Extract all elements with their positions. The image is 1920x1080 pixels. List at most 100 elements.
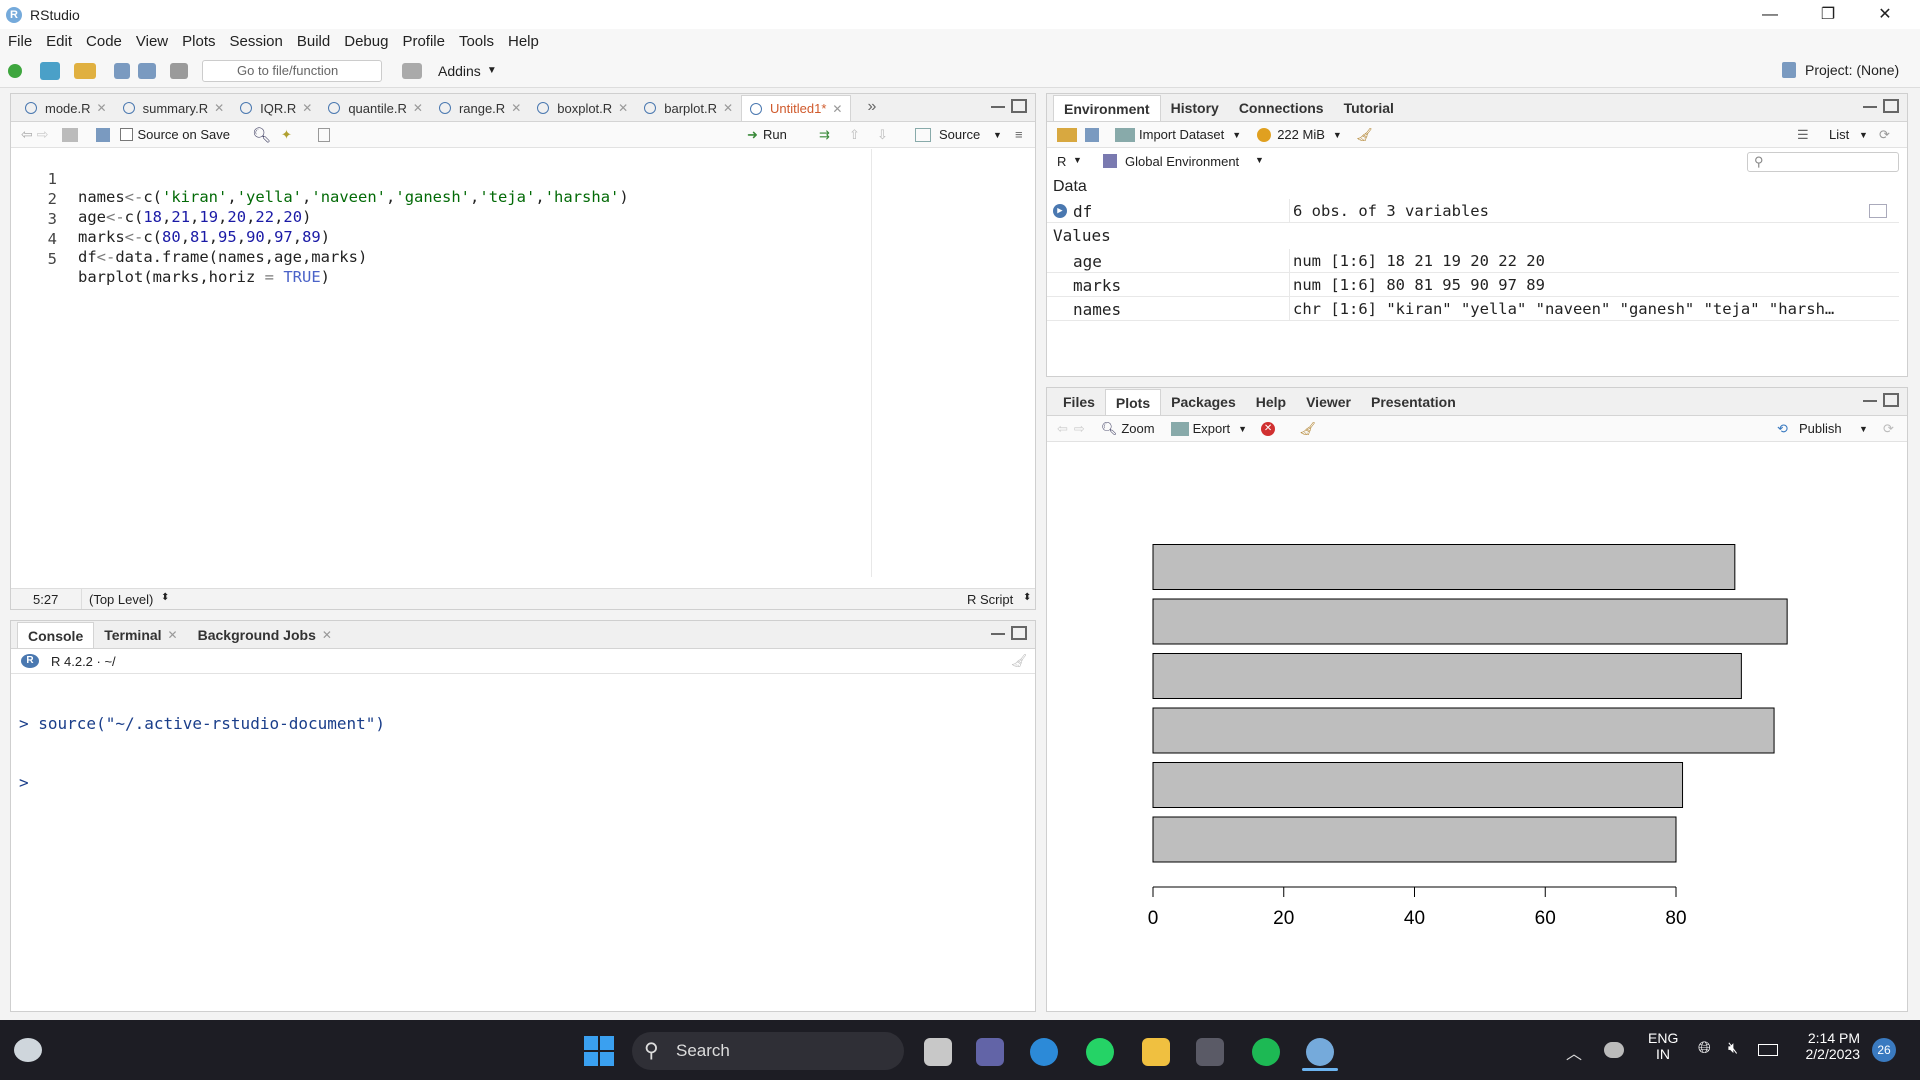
notification-badge[interactable]: 26 bbox=[1872, 1038, 1896, 1062]
scope-select[interactable]: Global Environment bbox=[1125, 154, 1239, 169]
env-row-names[interactable]: names chr [1:6] "kiran" "yella" "naveen"… bbox=[1047, 297, 1899, 321]
minimize-pane-icon[interactable] bbox=[991, 104, 1005, 108]
menu-edit[interactable]: Edit bbox=[46, 33, 72, 50]
publish-button[interactable]: Publish bbox=[1799, 421, 1842, 436]
taskbar-search[interactable]: ⚲ Search bbox=[632, 1032, 904, 1070]
spotify-icon[interactable] bbox=[1252, 1038, 1280, 1066]
source-button[interactable]: Source bbox=[939, 127, 980, 142]
close-icon[interactable]: ✕ bbox=[322, 628, 332, 642]
remove-plot-icon[interactable]: ✕ bbox=[1261, 421, 1276, 436]
menu-profile[interactable]: Profile bbox=[402, 33, 445, 50]
windows-start-icon[interactable] bbox=[584, 1036, 614, 1066]
onedrive-icon[interactable] bbox=[1604, 1042, 1624, 1058]
new-file-icon[interactable] bbox=[8, 63, 22, 78]
rerun-icon[interactable]: ⇉ bbox=[819, 127, 830, 143]
tab-iqr[interactable]: IQR.R ✕ bbox=[232, 95, 320, 121]
save-icon[interactable] bbox=[96, 127, 111, 142]
minimize-pane-icon[interactable] bbox=[1863, 104, 1877, 108]
open-file-icon[interactable] bbox=[74, 62, 96, 79]
addins-menu[interactable]: Addins bbox=[438, 63, 481, 79]
project-menu[interactable]: Project: (None) bbox=[1805, 62, 1899, 78]
close-icon[interactable]: ✕ bbox=[302, 101, 312, 115]
maximize-pane-icon[interactable] bbox=[1011, 99, 1027, 113]
clear-workspace-icon[interactable]: 🧹︎ bbox=[1356, 127, 1373, 143]
close-icon[interactable]: ✕ bbox=[97, 101, 107, 115]
close-icon[interactable]: ✕ bbox=[168, 628, 178, 642]
task-view-icon[interactable] bbox=[924, 1038, 952, 1066]
tab-presentation[interactable]: Presentation bbox=[1361, 389, 1466, 415]
tab-help[interactable]: Help bbox=[1246, 389, 1296, 415]
previous-plot-icon[interactable]: ⇦ bbox=[1057, 421, 1068, 437]
clear-plots-icon[interactable]: 🧹︎ bbox=[1299, 421, 1316, 437]
tab-background-jobs[interactable]: Background Jobs ✕ bbox=[188, 622, 342, 648]
magic-wand-icon[interactable]: ✦ bbox=[281, 127, 292, 143]
menu-plots[interactable]: Plots bbox=[182, 33, 215, 50]
clear-console-icon[interactable]: 🧹︎ bbox=[1010, 653, 1027, 669]
tab-mode[interactable]: mode.R ✕ bbox=[17, 95, 115, 121]
maximize-button[interactable]: ❐ bbox=[1805, 0, 1851, 29]
run-button[interactable]: Run bbox=[763, 127, 787, 142]
console-output[interactable]: > source("~/.active-rstudio-document") > bbox=[19, 676, 385, 830]
source-on-save-checkbox[interactable] bbox=[120, 128, 134, 141]
menu-debug[interactable]: Debug bbox=[344, 33, 388, 50]
close-icon[interactable]: ✕ bbox=[618, 101, 628, 115]
refresh-icon[interactable]: ⟳ bbox=[1879, 127, 1890, 143]
print-icon[interactable] bbox=[170, 62, 188, 79]
save-icon[interactable] bbox=[114, 62, 130, 79]
save-icon[interactable] bbox=[1085, 127, 1099, 142]
close-icon[interactable]: ✕ bbox=[413, 101, 423, 115]
compile-report-icon[interactable] bbox=[317, 127, 330, 142]
language-select[interactable]: R bbox=[1057, 154, 1066, 169]
chevron-up-icon[interactable]: ︿ bbox=[1566, 1040, 1582, 1064]
tab-files[interactable]: Files bbox=[1053, 389, 1105, 415]
more-tabs-icon[interactable]: » bbox=[867, 98, 876, 116]
env-row-marks[interactable]: marks num [1:6] 80 81 95 90 97 89 bbox=[1047, 273, 1899, 297]
close-button[interactable]: ✕ bbox=[1862, 0, 1908, 29]
export-button[interactable]: Export bbox=[1193, 421, 1231, 436]
tab-quantile[interactable]: quantile.R ✕ bbox=[320, 95, 431, 121]
tab-boxplot[interactable]: boxplot.R ✕ bbox=[529, 95, 636, 121]
memory-usage[interactable]: 222 MiB bbox=[1277, 127, 1325, 142]
chevron-down-icon[interactable]: ▼ bbox=[993, 130, 1002, 140]
tab-viewer[interactable]: Viewer bbox=[1296, 389, 1361, 415]
go-up-icon[interactable]: ⇧ bbox=[849, 127, 860, 143]
clock[interactable]: 2:14 PM 2/2/2023 bbox=[1796, 1030, 1861, 1062]
menu-tools[interactable]: Tools bbox=[459, 33, 494, 50]
outline-icon[interactable]: ≡ bbox=[1015, 127, 1023, 142]
tab-summary[interactable]: summary.R ✕ bbox=[115, 95, 233, 121]
teams-icon[interactable] bbox=[976, 1038, 1004, 1066]
goto-file-input[interactable]: Go to file/function bbox=[202, 59, 382, 82]
volume-muted-icon[interactable]: 🔇︎ bbox=[1728, 1040, 1738, 1058]
language-indicator[interactable]: ENG IN bbox=[1648, 1030, 1678, 1062]
forward-arrow-icon[interactable]: ⇨ bbox=[37, 126, 49, 143]
expand-icon[interactable]: ▶ bbox=[1053, 204, 1067, 218]
tab-tutorial[interactable]: Tutorial bbox=[1334, 95, 1404, 121]
menu-help[interactable]: Help bbox=[508, 33, 539, 50]
code-area[interactable]: 1 names<-c('kiran','yella','naveen','gan… bbox=[11, 149, 1035, 577]
scope-selector[interactable]: (Top Level) bbox=[89, 592, 153, 607]
menu-file[interactable]: File bbox=[8, 33, 32, 50]
tab-barplot[interactable]: barplot.R ✕ bbox=[636, 95, 741, 121]
next-plot-icon[interactable]: ⇨ bbox=[1074, 421, 1085, 437]
calculator-icon[interactable] bbox=[1196, 1038, 1224, 1066]
environment-search-input[interactable]: ⚲ bbox=[1747, 152, 1899, 172]
tab-packages[interactable]: Packages bbox=[1161, 389, 1246, 415]
rstudio-taskbar-icon[interactable] bbox=[1306, 1038, 1334, 1066]
close-icon[interactable]: ✕ bbox=[723, 101, 733, 115]
save-all-icon[interactable] bbox=[138, 62, 156, 79]
close-icon[interactable]: ✕ bbox=[511, 101, 521, 115]
search-icon[interactable]: 🔍︎ bbox=[252, 126, 271, 144]
close-icon[interactable]: ✕ bbox=[214, 101, 224, 115]
tab-console[interactable]: Console bbox=[17, 622, 95, 648]
show-in-window-icon[interactable] bbox=[62, 127, 79, 142]
tab-connections[interactable]: Connections bbox=[1229, 95, 1334, 121]
view-table-icon[interactable] bbox=[1869, 204, 1887, 218]
menu-build[interactable]: Build bbox=[297, 33, 330, 50]
maximize-pane-icon[interactable] bbox=[1011, 626, 1027, 640]
env-row-df[interactable]: ▶ df 6 obs. of 3 variables bbox=[1047, 199, 1899, 223]
grid-layout-icon[interactable] bbox=[402, 62, 422, 79]
load-workspace-icon[interactable] bbox=[1057, 127, 1077, 142]
whatsapp-icon[interactable] bbox=[1086, 1038, 1114, 1066]
back-arrow-icon[interactable]: ⇦ bbox=[21, 126, 33, 143]
tab-environment[interactable]: Environment bbox=[1053, 95, 1161, 121]
